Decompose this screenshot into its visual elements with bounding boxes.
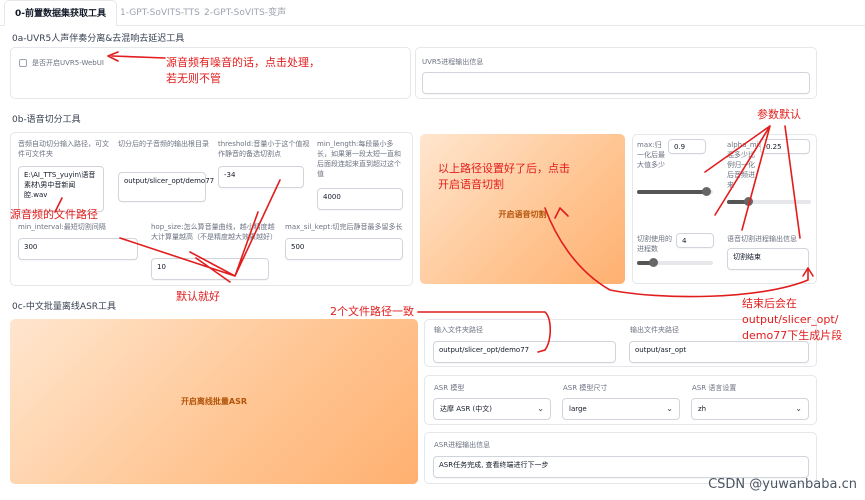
annotation-path-ready-line2: 开启语音切割 [438, 178, 504, 191]
arrow-noise [111, 55, 166, 59]
curve-after-slice [544, 207, 809, 298]
annotation-arrows [54, 51, 814, 353]
annotation-noise-line2: 若无则不管 [166, 72, 221, 85]
annotation-params: 参数默认 [757, 108, 801, 121]
annotation-source-path: 源音频的文件路径 [10, 208, 98, 221]
arrowhead-slice [554, 207, 569, 219]
annotation-two-paths: 2个文件路径一致 [330, 305, 414, 318]
annotation-noise: 源音频有噪音的话，点击处理， [166, 56, 320, 69]
arrow-two-paths [417, 311, 552, 353]
annotation-default: 默认就好 [176, 290, 220, 303]
annotation-path-ready: 以上路径设置好了后，点击 [438, 162, 570, 175]
annotation-after-line2: output/slicer_opt/ [742, 313, 839, 326]
annotation-after-line1: 结束后会在 [742, 297, 797, 310]
annotation-after-line3: demo77下生成片段 [742, 329, 843, 342]
watermark: CSDN @yuwanbaba.cn [708, 477, 857, 492]
arrows-default [119, 179, 281, 283]
tab-dataset-tools[interactable]: 0-前置数据集获取工具 [4, 0, 117, 26]
arrows-params [704, 125, 801, 239]
